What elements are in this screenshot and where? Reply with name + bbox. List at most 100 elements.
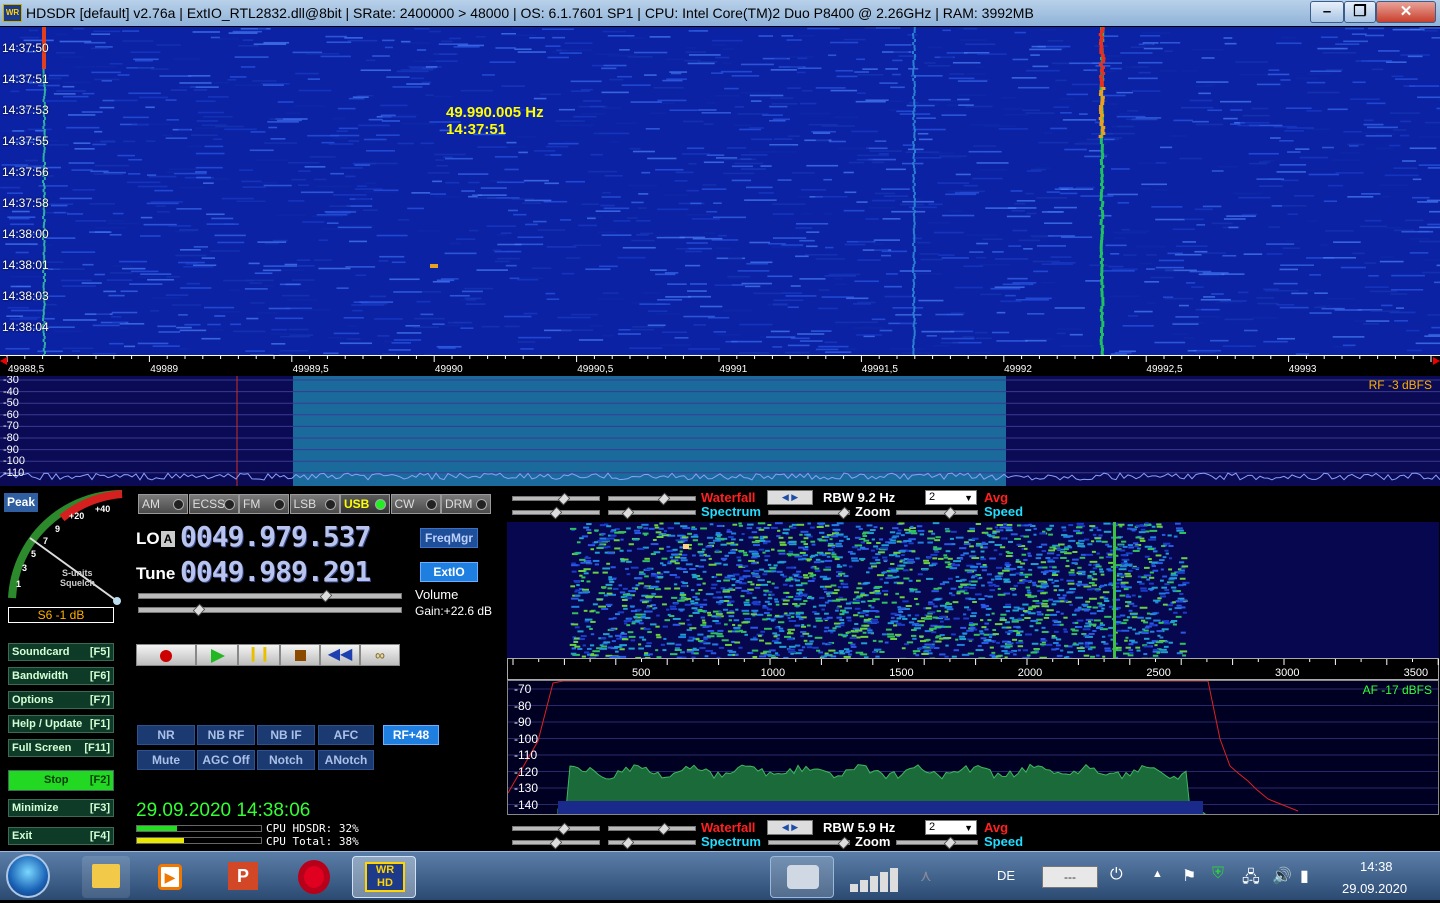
network-icon[interactable]: 🖧 (1242, 866, 1260, 893)
top_ctrl-slider-3[interactable] (512, 510, 600, 515)
dsp-anotch-button[interactable]: ANotch (318, 750, 374, 770)
dsp-notch-button[interactable]: Notch (257, 750, 315, 770)
exit-button[interactable]: Exit[F4] (8, 827, 114, 845)
mode-cw-button[interactable]: CW (391, 494, 441, 514)
action-center-flag-icon[interactable]: ⚑ (1182, 866, 1196, 886)
bottom_ctrl-average-combo[interactable]: 2▼ (925, 820, 977, 835)
top_ctrl-zoom-slider-thumb[interactable] (838, 507, 850, 519)
clock-date[interactable]: 29.09.2020 (1342, 881, 1407, 896)
peak-button[interactable]: Peak (4, 493, 38, 512)
bottom_ctrl-slider-2-thumb[interactable] (658, 823, 670, 835)
top_ctrl-rbw-arrows[interactable]: ◀ ▶ (767, 490, 813, 505)
af-frequency-axis[interactable]: 500100015002000250030003500 (507, 658, 1439, 680)
record-button[interactable] (136, 644, 196, 666)
mode-am-button[interactable]: AM (138, 494, 188, 514)
bottom_ctrl-speed-slider-thumb[interactable] (944, 837, 956, 849)
mode-fm-button[interactable]: FM (239, 494, 289, 514)
top_ctrl-speed-slider[interactable] (896, 510, 978, 515)
bottom_ctrl-slider-3-thumb[interactable] (550, 837, 562, 849)
bottom_ctrl-slider-4-thumb[interactable] (622, 837, 634, 849)
full-screen-button[interactable]: Full Screen[F11] (8, 739, 114, 757)
help-update-button[interactable]: Help / Update[F1] (8, 715, 114, 733)
tune-frequency[interactable]: 0049.989.291 (180, 555, 370, 588)
gain-slider-thumb[interactable] (193, 604, 205, 616)
mode-lsb-button[interactable]: LSB (290, 494, 340, 514)
mode-usb-button[interactable]: USB (340, 494, 390, 514)
af-spectrum[interactable]: -70-80-90-100-110-120-130-140 AF -17 dBF… (507, 680, 1439, 815)
volume-slider-thumb[interactable] (320, 590, 332, 602)
stop-button[interactable]: Stop[F2] (8, 770, 114, 791)
options-button[interactable]: Options[F7] (8, 691, 114, 709)
top_ctrl-slider-3-thumb[interactable] (550, 507, 562, 519)
top_ctrl-speed-slider-thumb[interactable] (944, 507, 956, 519)
bottom_ctrl-speed-slider[interactable] (896, 840, 978, 845)
powerpoint-taskbar-button[interactable]: P (218, 856, 266, 898)
freqmgr-button[interactable]: FreqMgr (420, 528, 478, 548)
top_ctrl-average-combo[interactable]: 2▼ (925, 490, 977, 505)
mode-ecss-button[interactable]: ECSS (189, 494, 239, 514)
top_ctrl-slider-2[interactable] (608, 496, 696, 501)
power-plug-icon[interactable]: ⏻ (1110, 866, 1123, 884)
bottom_ctrl-zoom-slider-thumb[interactable] (838, 837, 850, 849)
top_ctrl-slider-2-thumb[interactable] (658, 493, 670, 505)
top_ctrl-slider-4[interactable] (608, 510, 696, 515)
dsp-mute-button[interactable]: Mute (137, 750, 195, 770)
bottom_ctrl-slider-3[interactable] (512, 840, 600, 845)
volume-slider[interactable] (138, 593, 402, 599)
hdsdr-taskbar-button[interactable]: WR HD (352, 856, 416, 898)
battery-icon[interactable]: ▮ (1300, 866, 1309, 886)
bottom_ctrl-rbw-arrows[interactable]: ◀ ▶ (767, 820, 813, 835)
clock-time[interactable]: 14:38 (1360, 859, 1393, 874)
rf-waterfall[interactable]: 14:37:5014:37:5114:37:5314:37:5514:37:56… (0, 27, 1440, 355)
lo-frequency[interactable]: 0049.979.537 (180, 520, 370, 553)
volume-icon[interactable]: 🔊 (1272, 866, 1292, 886)
bottom_ctrl-zoom-slider[interactable] (768, 840, 850, 845)
signal-taskbar-button[interactable] (846, 856, 904, 898)
bottom_ctrl-slider-1[interactable] (512, 826, 600, 831)
top_ctrl-zoom-slider[interactable] (768, 510, 850, 515)
hdsdr-app-icon[interactable]: WR (3, 4, 22, 22)
extio-button[interactable]: ExtIO (420, 562, 478, 582)
dsp-agc-off-button[interactable]: AGC Off (197, 750, 255, 770)
media-player-taskbar-button[interactable]: ▶ (146, 856, 194, 898)
rf-frequency-axis[interactable]: 49988,54998949989,54999049990,5499914999… (0, 355, 1440, 376)
dsp-nr-button[interactable]: NR (137, 725, 195, 745)
bottom_ctrl-slider-4[interactable] (608, 840, 696, 845)
window-maximize-button[interactable]: ❐ (1344, 1, 1376, 23)
network-taskbar-button[interactable] (770, 856, 834, 898)
rewind-button[interactable]: ◀◀ (320, 644, 360, 666)
soundcard-button[interactable]: Soundcard[F5] (8, 643, 114, 661)
loop-button[interactable]: ∞ (360, 644, 400, 666)
frequency-tick-label: 49989 (150, 364, 178, 375)
bottom_ctrl-slider-2[interactable] (608, 826, 696, 831)
security-shield-icon[interactable]: ⛨ (1212, 865, 1224, 883)
language-indicator[interactable]: DE (997, 868, 1015, 883)
rf-spectrum[interactable]: -30-40-50-60-70-80-90-100-110 RF -3 dBFS (0, 376, 1440, 486)
dsp-nb-rf-button[interactable]: NB RF (197, 725, 255, 745)
explorer-taskbar-button[interactable] (82, 856, 130, 898)
start-button[interactable] (6, 854, 50, 898)
minimize-app-button[interactable]: Minimize[F3] (8, 799, 114, 817)
bottom_ctrl-slider-1-thumb[interactable] (558, 823, 570, 835)
antenna-icon[interactable]: ⋏ (920, 866, 942, 888)
top_ctrl-slider-1[interactable] (512, 496, 600, 501)
play-button[interactable] (196, 644, 238, 666)
mode-drm-button[interactable]: DRM (441, 494, 491, 514)
lo-badge[interactable]: A (161, 531, 175, 547)
gain-slider[interactable] (138, 607, 402, 613)
battery-meter[interactable]: --- (1042, 866, 1098, 888)
window-close-button[interactable]: ✕ (1376, 1, 1436, 23)
bandwidth-button[interactable]: Bandwidth[F6] (8, 667, 114, 685)
af-waterfall[interactable] (507, 522, 1439, 658)
stop-playback-button[interactable] (280, 644, 320, 666)
rf-offset-button[interactable]: RF+48 (383, 725, 439, 745)
title-bar[interactable]: WR HDSDR [default] v2.76a | ExtIO_RTL283… (0, 0, 1440, 26)
top_ctrl-slider-1-thumb[interactable] (558, 493, 570, 505)
opera-taskbar-button[interactable] (290, 856, 338, 898)
window-minimize-button[interactable]: – (1310, 1, 1344, 23)
dsp-nb-if-button[interactable]: NB IF (257, 725, 315, 745)
tray-expand-icon[interactable]: ▲ (1152, 868, 1163, 880)
dsp-afc-button[interactable]: AFC (318, 725, 374, 745)
top_ctrl-slider-4-thumb[interactable] (622, 507, 634, 519)
pause-button[interactable]: ❙❙ (238, 644, 280, 666)
